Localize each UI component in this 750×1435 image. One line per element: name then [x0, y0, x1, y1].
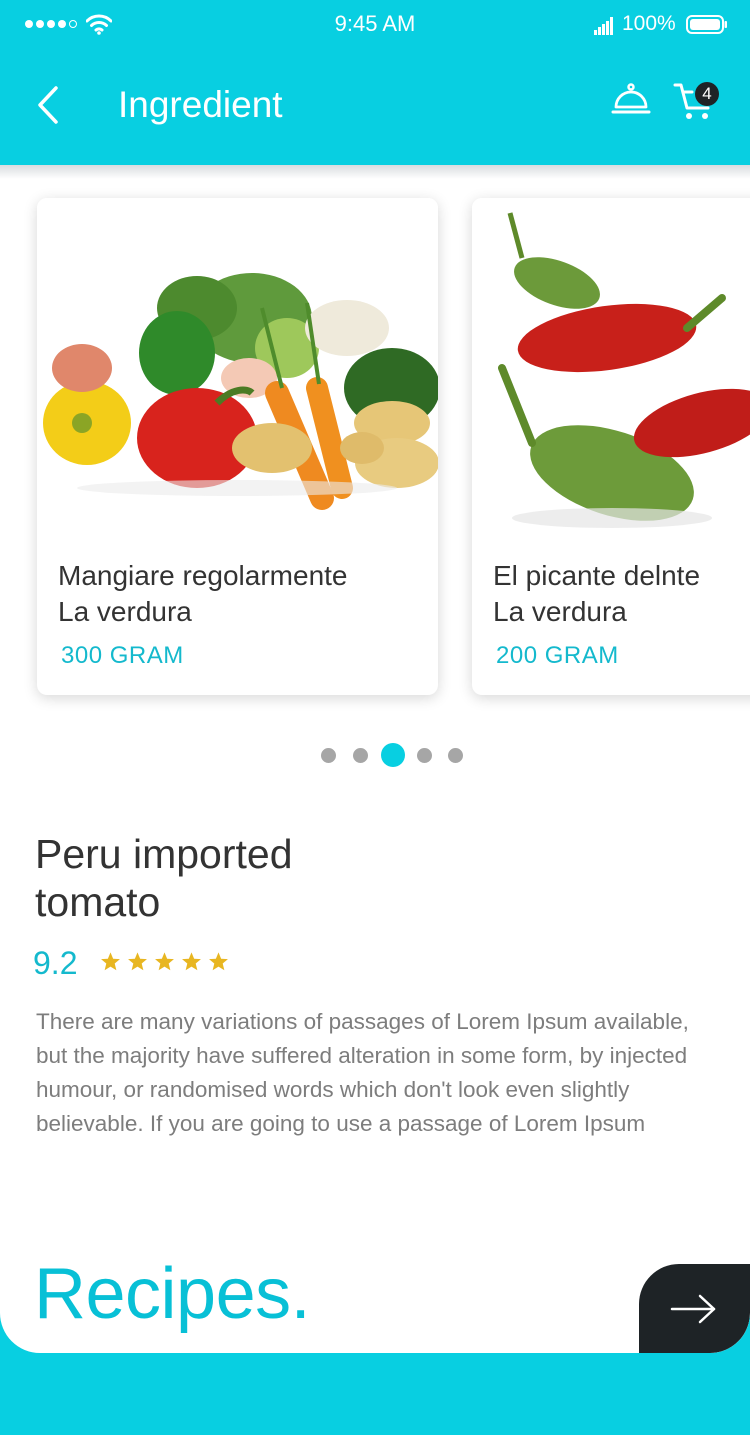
card-name-line2: La verdura — [493, 596, 627, 627]
service-bell-icon[interactable] — [610, 80, 652, 120]
product-title: Peru imported tomato — [35, 830, 293, 926]
header-shadow — [0, 165, 750, 179]
vegetables-image — [37, 198, 438, 555]
card-name-line1: Mangiare regolarmente — [58, 560, 348, 591]
battery-percentage: 100% — [622, 12, 676, 35]
product-description: There are many variations of passages of… — [36, 1009, 689, 1136]
next-button[interactable] — [639, 1264, 750, 1353]
star-icon — [182, 952, 201, 971]
status-bar: 9:45 AM 100% — [0, 0, 750, 50]
page-dot[interactable] — [417, 748, 432, 763]
page-dot[interactable] — [448, 748, 463, 763]
card-name-line1: El picante delnte — [493, 560, 701, 591]
cellular-signal-icon — [594, 17, 613, 35]
recipes-heading[interactable]: Recipes. — [34, 1253, 311, 1335]
card-name: Mangiare regolarmente La verdura — [58, 558, 348, 630]
page-dot-active[interactable] — [381, 743, 405, 767]
star-icon — [101, 952, 120, 971]
back-button[interactable] — [28, 80, 68, 130]
ingredient-card[interactable]: Mangiare regolarmente La verdura 300 GRA… — [37, 198, 438, 695]
card-name-line2: La verdura — [58, 596, 192, 627]
card-weight: 300 GRAM — [61, 642, 184, 669]
arrow-right-icon — [670, 1294, 716, 1324]
rating-stars — [100, 951, 229, 972]
ingredient-card[interactable]: El picante delnte La verdura 200 GRAM — [472, 198, 750, 695]
cart-count-badge: 4 — [695, 82, 719, 106]
product-title-line2: tomato — [35, 879, 161, 925]
rating-score: 9.2 — [33, 945, 78, 981]
top-nav: Ingredient 4 — [0, 50, 750, 165]
star-icon — [155, 952, 174, 971]
star-icon — [128, 952, 147, 971]
card-weight: 200 GRAM — [496, 642, 619, 669]
card-name: El picante delnte La verdura — [493, 558, 700, 630]
star-icon — [209, 952, 228, 971]
page-dot[interactable] — [353, 748, 368, 763]
battery-icon — [686, 15, 727, 34]
content-panel: Mangiare regolarmente La verdura 300 GRA… — [0, 165, 750, 1353]
header-bar: 9:45 AM 100% Ingredient 4 — [0, 0, 750, 165]
page-dot[interactable] — [321, 748, 336, 763]
carousel-pagination — [0, 743, 750, 767]
product-title-line1: Peru imported — [35, 831, 293, 877]
page-title: Ingredient — [118, 84, 283, 125]
chili-peppers-image — [472, 198, 750, 555]
